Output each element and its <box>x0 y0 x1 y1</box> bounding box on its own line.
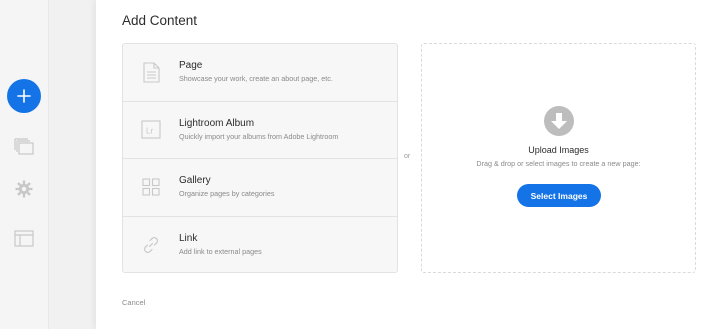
select-images-button[interactable]: Select Images <box>517 184 601 207</box>
dialog-title: Add Content <box>122 13 198 28</box>
cancel-link[interactable]: Cancel <box>122 298 145 307</box>
link-icon <box>144 236 158 253</box>
plus-icon <box>17 89 31 103</box>
rail-item-layout[interactable] <box>13 227 35 249</box>
grid-icon <box>142 178 160 196</box>
svg-text:Lr: Lr <box>146 127 153 136</box>
upload-dropzone[interactable]: Upload Images Drag & drop or select imag… <box>421 43 696 273</box>
option-title: Lightroom Album <box>179 117 255 129</box>
option-gallery[interactable]: Gallery Organize pages by categories <box>123 159 397 217</box>
option-title: Link <box>179 232 198 244</box>
or-separator: or <box>404 153 411 160</box>
option-description: Showcase your work, create an about page… <box>179 74 333 83</box>
gear-icon <box>15 180 33 198</box>
left-rail <box>0 0 48 329</box>
option-page[interactable]: Page Showcase your work, create an about… <box>123 44 397 102</box>
rail-item-pages[interactable] <box>13 136 35 158</box>
upload-title: Upload Images <box>528 145 589 155</box>
option-description: Quickly import your albums from Adobe Li… <box>179 131 339 141</box>
layout-icon <box>14 229 34 247</box>
option-lightroom-album[interactable]: Lr Lightroom Album Quickly import your a… <box>123 102 397 159</box>
lightroom-icon: Lr <box>141 120 161 139</box>
pages-icon <box>14 138 34 155</box>
download-arrow-icon <box>544 106 574 136</box>
option-title: Page <box>179 60 203 71</box>
rail-gutter <box>48 0 96 329</box>
content-options-list: Page Showcase your work, create an about… <box>122 43 398 273</box>
option-description: Add link to external pages <box>179 246 262 256</box>
option-link[interactable]: Link Add link to external pages <box>123 217 397 273</box>
add-button[interactable] <box>7 79 41 113</box>
upload-subtitle: Drag & drop or select images to create a… <box>476 159 641 168</box>
rail-item-settings[interactable] <box>13 178 35 200</box>
add-content-dialog: Add Content Page Showcase your work, cre… <box>96 0 717 329</box>
page-icon <box>142 61 160 83</box>
option-description: Organize pages by categories <box>179 189 275 198</box>
option-title: Gallery <box>179 175 211 186</box>
